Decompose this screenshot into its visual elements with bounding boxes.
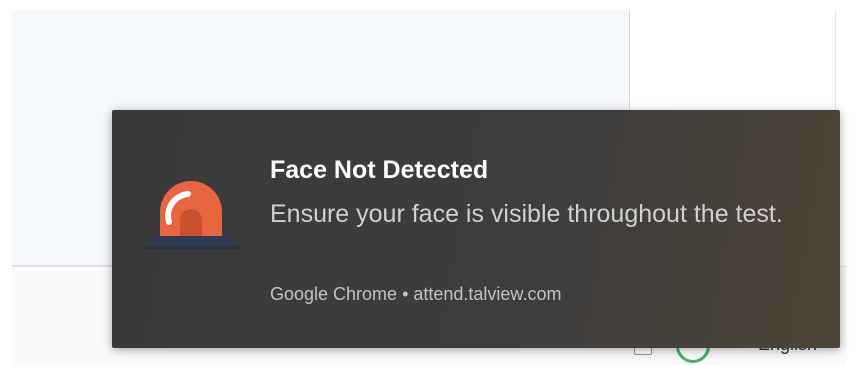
siren-alarm-icon: [142, 170, 240, 254]
notification-body: Ensure your face is visible throughout t…: [270, 200, 783, 228]
screen: English Face Not Detected Ensure your fa…: [0, 0, 859, 365]
notification-title: Face Not Detected: [270, 156, 489, 184]
chrome-notification[interactable]: Face Not Detected Ensure your face is vi…: [112, 110, 840, 348]
notification-source: Google Chrome • attend.talview.com: [270, 284, 562, 304]
